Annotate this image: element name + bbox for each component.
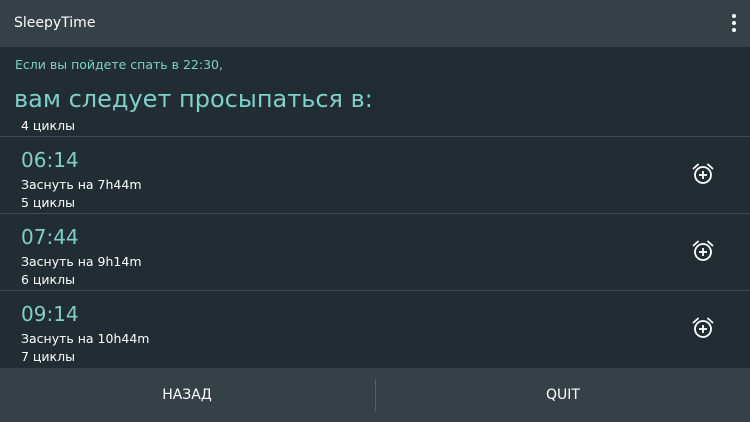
- quit-button[interactable]: QUIT: [376, 368, 750, 422]
- wake-times-list[interactable]: 4 циклы 06:14 Заснуть на 7h44m 5 циклы 0…: [0, 114, 750, 368]
- alarm-add-icon[interactable]: [690, 238, 716, 264]
- alarm-add-icon[interactable]: [690, 315, 716, 341]
- alarm-add-icon[interactable]: [690, 161, 716, 187]
- back-button[interactable]: НАЗАД: [0, 368, 374, 422]
- sleep-duration: Заснуть на 9h14m: [21, 254, 142, 269]
- action-bar: SleepyTime: [0, 0, 750, 47]
- list-item[interactable]: 06:14 Заснуть на 7h44m 5 циклы: [0, 137, 750, 213]
- overflow-menu-icon[interactable]: [724, 8, 744, 38]
- wake-time: 06:14: [21, 148, 79, 172]
- list-item[interactable]: 07:44 Заснуть на 9h14m 6 циклы: [0, 214, 750, 290]
- app-title: SleepyTime: [14, 15, 96, 31]
- sleep-duration: Заснуть на 10h44m: [21, 331, 150, 346]
- cycle-count: 6 циклы: [21, 272, 75, 287]
- bottom-button-bar: НАЗАД QUIT: [0, 368, 750, 422]
- wake-time: 09:14: [21, 302, 79, 326]
- app-window: SleepyTime Если вы пойдете спать в 22:30…: [0, 0, 750, 422]
- partial-row-cycles: 4 циклы: [21, 118, 75, 133]
- sleep-duration: Заснуть на 7h44m: [21, 177, 142, 192]
- wake-up-heading: вам следует просыпаться в:: [14, 85, 373, 113]
- wake-time: 07:44: [21, 225, 79, 249]
- bedtime-subtitle: Если вы пойдете спать в 22:30,: [15, 57, 223, 72]
- list-item[interactable]: 09:14 Заснуть на 10h44m 7 циклы: [0, 291, 750, 367]
- cycle-count: 7 циклы: [21, 349, 75, 364]
- cycle-count: 5 циклы: [21, 195, 75, 210]
